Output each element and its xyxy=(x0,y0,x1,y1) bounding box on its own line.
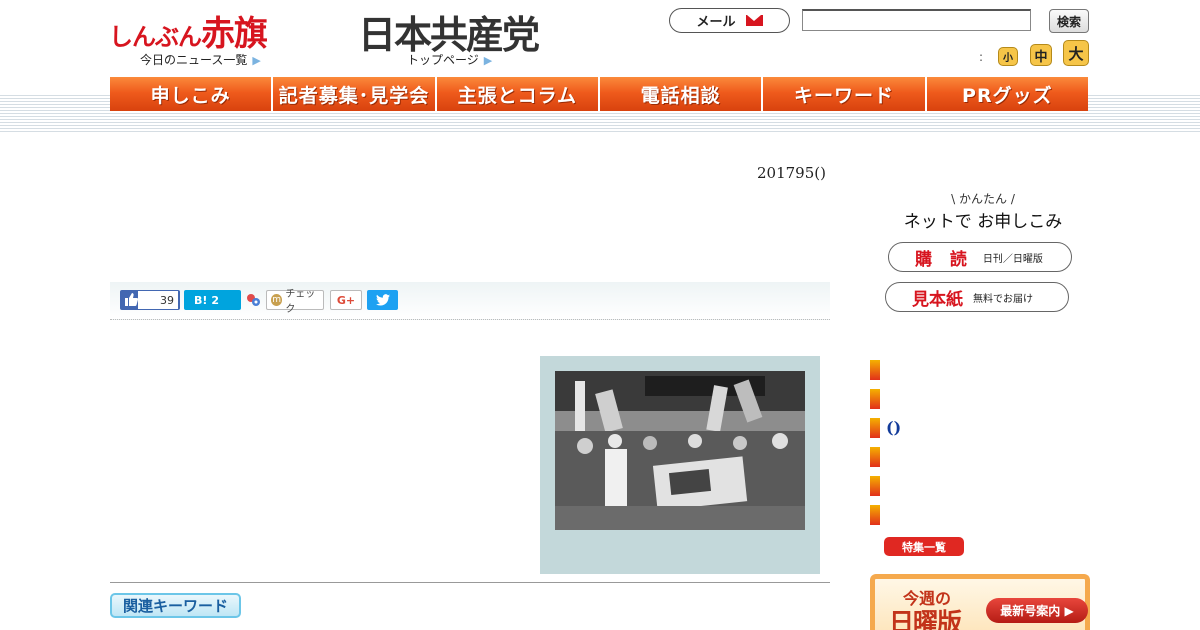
sample-label: 見本紙 xyxy=(912,289,963,310)
hatena-bookmark-button[interactable]: B! 2 xyxy=(184,290,241,310)
site-header: しんぶん赤旗 日本共産党 今日のニュース一覧 ▶ トップページ ▶ メール 検索 :… xyxy=(0,0,1200,140)
triangle-right-icon: ▶ xyxy=(252,54,261,67)
mixi-icon: m xyxy=(271,294,283,306)
font-size-separator: : xyxy=(979,50,984,64)
sunday-edition-label: 日曜版 xyxy=(889,608,962,630)
facebook-like-count: 39 xyxy=(138,291,178,309)
feature-list-button[interactable]: 特集一覧 xyxy=(884,537,964,556)
nav-item-keywords[interactable]: キーワード xyxy=(763,77,927,111)
font-size-medium-button[interactable]: 中 xyxy=(1030,44,1052,66)
net-apply-title: ネットで お申しこみ xyxy=(903,212,1063,232)
todays-news-link[interactable]: 今日のニュース一覧 ▶ xyxy=(140,51,261,68)
main-nav: 申しこみ 記者募集･見学会 主張とコラム 電話相談 キーワード PRグッズ xyxy=(110,77,1088,111)
akahata-logo[interactable]: しんぶん赤旗 xyxy=(109,6,268,55)
subscribe-note: 日刊／日曜版 xyxy=(982,253,1043,265)
nav-item-apply[interactable]: 申しこみ xyxy=(110,77,274,111)
nav-item-pr-goods[interactable]: PRグッズ xyxy=(926,77,1088,111)
subscribe-label: 購 読 xyxy=(915,249,973,270)
sample-note: 無料でお届け xyxy=(973,293,1033,305)
font-size-large-button[interactable]: 大 xyxy=(1063,40,1089,66)
protest-photo-illustration xyxy=(555,371,805,530)
nav-item-recruitment[interactable]: 記者募集･見学会 xyxy=(273,77,437,111)
sidebar-marker xyxy=(870,418,880,438)
article-photo-frame xyxy=(540,356,820,574)
hatena-label: B! xyxy=(194,293,208,307)
article-divider xyxy=(110,582,830,583)
google-plus-button[interactable]: G+ xyxy=(330,290,362,310)
share-bar: 39 B! 2 m チェック G+ xyxy=(110,282,830,320)
logo-big-text: 赤旗 xyxy=(201,14,268,54)
sidebar-marker xyxy=(870,360,880,380)
envelope-icon xyxy=(745,15,763,26)
hatena-count: 2 xyxy=(211,293,220,307)
logo-small-text: しんぶん xyxy=(109,23,202,51)
todays-news-label: 今日のニュース一覧 xyxy=(140,53,248,67)
facebook-like-button[interactable]: 39 xyxy=(120,290,180,310)
article-date: 201795() xyxy=(757,164,826,182)
mixi-label: チェック xyxy=(285,289,316,315)
thumbs-up-icon xyxy=(125,293,138,306)
search-input[interactable] xyxy=(802,9,1031,31)
share-dots-icon[interactable] xyxy=(245,292,261,308)
nav-item-phone-consult[interactable]: 電話相談 xyxy=(599,77,764,111)
sample-paper-button[interactable]: 見本紙 無料でお届け xyxy=(885,282,1069,312)
twitter-button[interactable] xyxy=(367,290,398,310)
twitter-bird-icon xyxy=(375,294,390,306)
mail-label: メール xyxy=(696,15,736,30)
subscribe-button[interactable]: 購 読 日刊／日曜版 xyxy=(888,242,1072,272)
kantan-label: \ かんたん / xyxy=(951,192,1015,206)
font-size-small-button[interactable]: 小 xyxy=(998,47,1018,66)
sidebar-marker xyxy=(870,389,880,409)
related-keywords-badge: 関連キーワード xyxy=(110,593,241,618)
kantan-text: かんたん xyxy=(958,192,1007,206)
article-photo xyxy=(555,371,805,530)
sidebar-marker xyxy=(870,476,880,496)
mail-button[interactable]: メール xyxy=(669,8,790,33)
latest-issue-button[interactable]: 最新号案内 ▶ xyxy=(986,598,1088,623)
sidebar-paren-link[interactable]: () xyxy=(886,418,901,437)
top-page-label: トップページ xyxy=(407,53,479,67)
net-apply-heading: \ かんたん / ネットで お申しこみ xyxy=(903,190,1063,232)
top-page-link[interactable]: トップページ ▶ xyxy=(407,51,492,68)
triangle-right-icon: ▶ xyxy=(483,54,493,67)
sidebar-marker xyxy=(870,505,880,525)
nav-item-editorials[interactable]: 主張とコラム xyxy=(436,77,600,111)
search-button[interactable]: 検索 xyxy=(1049,9,1089,33)
sidebar-marker xyxy=(870,447,880,467)
mixi-check-button[interactable]: m チェック xyxy=(266,289,324,315)
